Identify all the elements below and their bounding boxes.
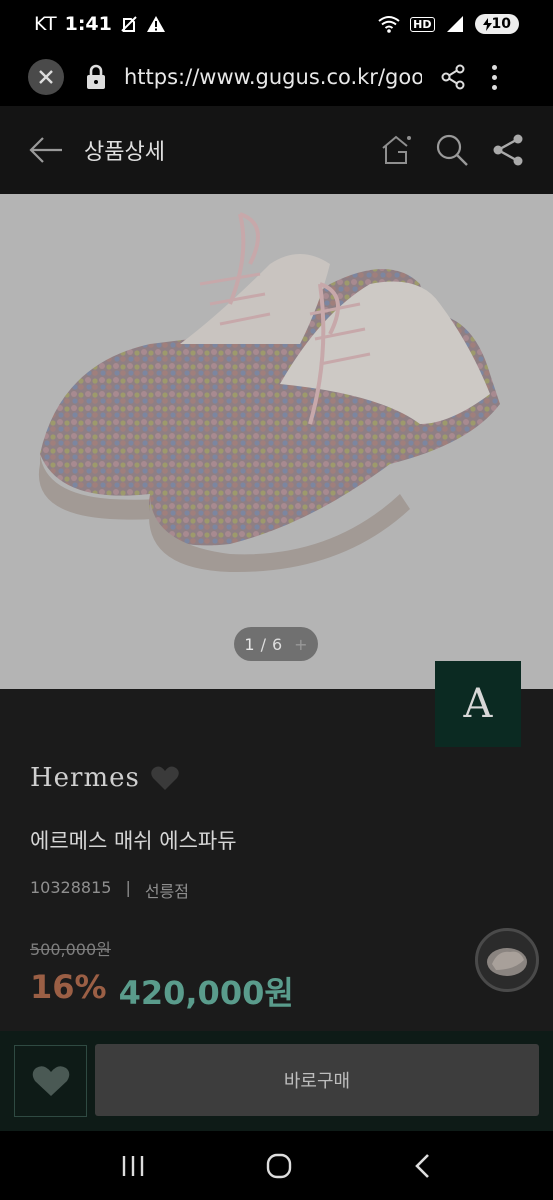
bottom-action-bar: 바로구매 — [0, 1031, 553, 1131]
browser-share-icon[interactable] — [440, 64, 466, 90]
app-header: 상품상세 — [0, 106, 553, 194]
buy-now-button[interactable]: 바로구매 — [95, 1044, 539, 1116]
url-field[interactable]: https://www.gugus.co.kr/goo — [124, 65, 422, 89]
home-icon[interactable] — [379, 133, 413, 167]
brand-name[interactable]: Hermes — [30, 763, 140, 793]
share-icon[interactable] — [491, 133, 525, 167]
discount-rate: 16% — [30, 968, 107, 1006]
battery-level: 10 — [491, 16, 511, 32]
sale-price: 420,000원 — [118, 974, 294, 1012]
recent-apps-icon[interactable] — [120, 1154, 146, 1178]
shoe-thumbnail-icon — [487, 948, 527, 976]
close-tab-button[interactable] — [28, 59, 64, 95]
page-title: 상품상세 — [84, 140, 165, 165]
gallery-current: 1 — [244, 634, 255, 654]
system-nav-bar — [0, 1131, 553, 1200]
price-row: 16% 420,000원 — [30, 968, 294, 1014]
back-arrow-icon[interactable] — [28, 135, 64, 165]
heart-icon — [32, 1066, 69, 1096]
gallery-separator: / — [260, 634, 266, 654]
warning-icon — [146, 16, 165, 32]
carrier-label: KT — [34, 13, 57, 35]
home-button-icon[interactable] — [265, 1152, 293, 1180]
back-button-icon[interactable] — [413, 1152, 433, 1180]
hd-badge: HD — [410, 16, 435, 32]
status-bar: KT 1:41 HD 10 — [0, 0, 553, 48]
recent-item-thumbnail[interactable] — [475, 928, 539, 992]
battery-indicator: 10 — [474, 14, 519, 34]
gallery-total: 6 — [271, 634, 283, 654]
no-sim-icon — [121, 16, 137, 32]
charging-icon — [482, 17, 492, 31]
close-icon — [39, 70, 53, 84]
gallery-counter[interactable]: 1 / 6 + — [234, 627, 318, 661]
product-image[interactable] — [0, 194, 553, 689]
brand-heart-icon[interactable] — [150, 765, 180, 791]
product-meta: 10328815 | 선릉점 — [30, 878, 189, 902]
meta-divider: | — [125, 878, 131, 897]
espadrille-photo — [0, 194, 553, 689]
clock: 1:41 — [64, 13, 112, 35]
search-icon[interactable] — [435, 133, 469, 167]
wishlist-button[interactable] — [14, 1045, 87, 1117]
signal-icon — [446, 16, 463, 32]
wifi-icon — [378, 16, 400, 33]
store-name: 선릉점 — [144, 882, 189, 901]
browser-bar: https://www.gugus.co.kr/goo — [0, 48, 553, 106]
plus-icon: + — [294, 634, 308, 654]
product-name: 에르메스 매쉬 에스파듀 — [30, 829, 237, 853]
a-badge-button[interactable]: A — [435, 661, 521, 747]
lock-icon — [87, 64, 105, 89]
original-price: 500,000원 — [30, 940, 111, 959]
product-code: 10328815 — [30, 878, 112, 897]
browser-menu-button[interactable] — [492, 64, 498, 90]
